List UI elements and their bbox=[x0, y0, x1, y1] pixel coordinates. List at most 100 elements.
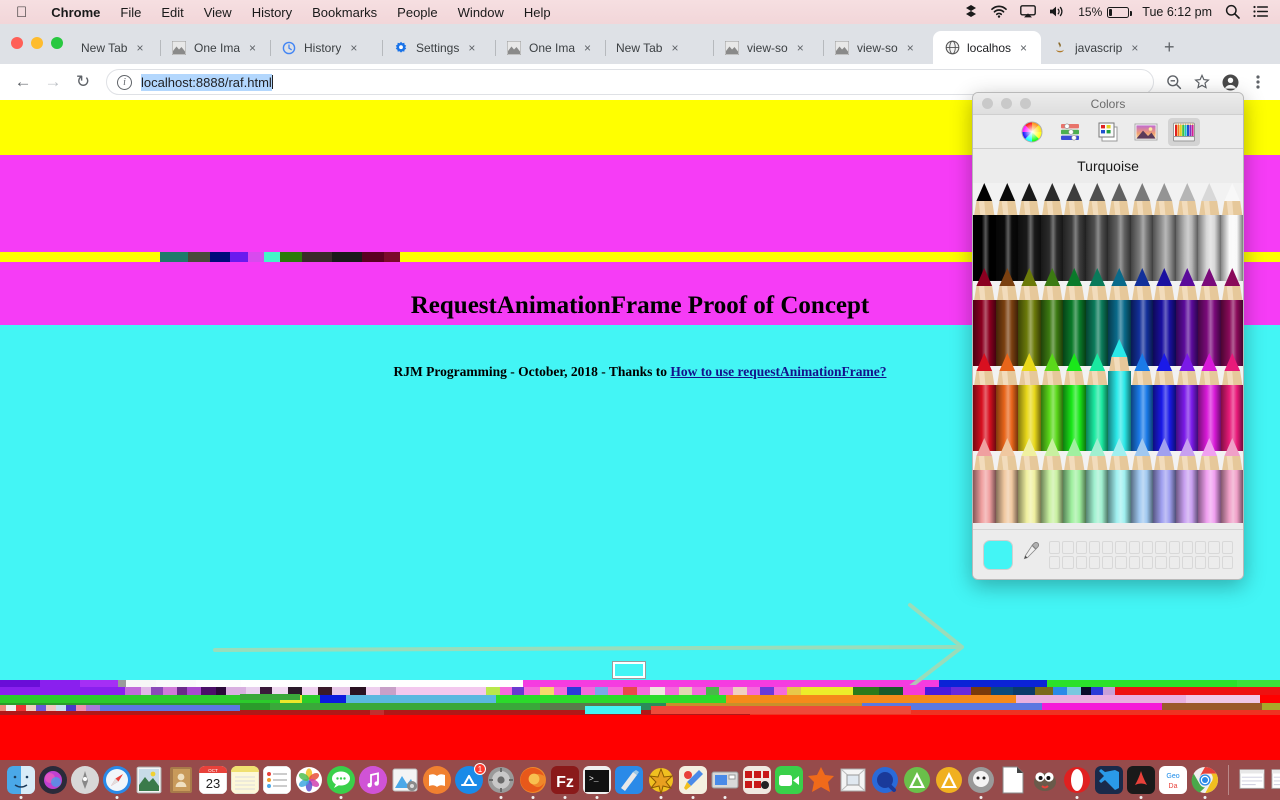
tab-view-source-1[interactable]: view-so × bbox=[713, 31, 823, 64]
color-swatch-slot[interactable] bbox=[1155, 540, 1167, 554]
notification-center-icon[interactable] bbox=[1253, 5, 1268, 20]
color-swatch-slot[interactable] bbox=[1102, 555, 1114, 569]
color-sliders-tool-icon[interactable] bbox=[1054, 118, 1086, 146]
forward-button[interactable]: → bbox=[38, 67, 68, 97]
dock-item-paintbrush[interactable] bbox=[678, 765, 708, 795]
color-swatch-slot[interactable] bbox=[1049, 555, 1061, 569]
color-swatch-slot[interactable] bbox=[1181, 540, 1194, 554]
pencil[interactable] bbox=[1018, 183, 1041, 281]
pencil[interactable] bbox=[1130, 268, 1153, 366]
dock-item-wolfram[interactable] bbox=[646, 765, 676, 795]
pencil[interactable] bbox=[995, 353, 1018, 451]
menu-bar-clock[interactable]: Tue 6:12 pm bbox=[1142, 5, 1212, 19]
eyedropper-icon[interactable] bbox=[1021, 541, 1041, 568]
dock-item-image-capture[interactable] bbox=[838, 765, 868, 795]
tab-close-icon[interactable]: × bbox=[1131, 42, 1138, 54]
tab-one-image-2[interactable]: One Ima × bbox=[495, 31, 605, 64]
dock-item-app-store[interactable]: 1 bbox=[454, 763, 486, 795]
tab-history[interactable]: History × bbox=[270, 31, 382, 64]
pencil[interactable] bbox=[1040, 438, 1063, 523]
dock-item-safari[interactable] bbox=[102, 765, 132, 795]
pencil[interactable] bbox=[1085, 183, 1108, 281]
pencil[interactable] bbox=[1220, 183, 1243, 281]
pencil[interactable] bbox=[1220, 353, 1243, 451]
dock-item-contacts[interactable] bbox=[166, 765, 196, 795]
minimized-window-chrome[interactable] bbox=[1269, 765, 1280, 795]
color-swatch-slot[interactable] bbox=[1062, 555, 1074, 569]
tab-javascript[interactable]: javascrip × bbox=[1041, 31, 1149, 64]
dock-item-vscode[interactable] bbox=[1094, 765, 1124, 795]
dock-item-xcode[interactable] bbox=[614, 765, 644, 795]
menu-item-chrome[interactable]: Chrome bbox=[41, 5, 110, 20]
pencil[interactable] bbox=[1063, 183, 1086, 281]
image-palettes-tool-icon[interactable] bbox=[1130, 118, 1162, 146]
dock-item-terminal[interactable]: >_ bbox=[582, 765, 612, 795]
dock-item-opera[interactable] bbox=[1062, 765, 1092, 795]
pencil[interactable] bbox=[1040, 268, 1063, 366]
pencil[interactable] bbox=[1085, 438, 1108, 523]
dock-item-launchpad[interactable] bbox=[70, 765, 100, 795]
pencil[interactable] bbox=[995, 268, 1018, 366]
color-text-input[interactable] bbox=[612, 661, 646, 679]
pencil[interactable] bbox=[1153, 353, 1176, 451]
color-swatch-slot[interactable] bbox=[1102, 540, 1114, 554]
pencil[interactable] bbox=[995, 183, 1018, 281]
minimized-window-firefox[interactable] bbox=[1237, 765, 1267, 795]
dock-item-red-app[interactable] bbox=[742, 765, 772, 795]
color-swatch-slot[interactable] bbox=[1181, 555, 1194, 569]
dock-item-chrome[interactable] bbox=[1190, 765, 1220, 795]
pencils-tool-icon[interactable] bbox=[1168, 117, 1200, 146]
color-swatch-slot[interactable] bbox=[1195, 555, 1207, 569]
colors-panel-zoom-button[interactable] bbox=[1020, 98, 1031, 109]
color-swatch-slot[interactable] bbox=[1141, 540, 1154, 554]
pencil[interactable] bbox=[1175, 183, 1198, 281]
pencil[interactable] bbox=[973, 438, 996, 523]
color-wheel-tool-icon[interactable] bbox=[1016, 118, 1048, 146]
dock-item-preview[interactable] bbox=[134, 765, 164, 795]
pencil[interactable] bbox=[1153, 183, 1176, 281]
dock-item-libreoffice[interactable] bbox=[998, 765, 1028, 795]
color-swatch-slot[interactable] bbox=[1128, 540, 1140, 554]
chrome-menu-icon[interactable] bbox=[1244, 67, 1272, 97]
pencil[interactable] bbox=[973, 353, 996, 451]
pencil[interactable] bbox=[1018, 438, 1041, 523]
battery-indicator[interactable]: 15% bbox=[1078, 5, 1133, 19]
pencil[interactable] bbox=[1108, 183, 1131, 281]
menu-item-file[interactable]: File bbox=[110, 5, 151, 20]
tab-one-image-1[interactable]: One Ima × bbox=[160, 31, 270, 64]
tab-view-source-2[interactable]: view-so × bbox=[823, 31, 933, 64]
tab-new-tab-1[interactable]: New Tab × bbox=[70, 31, 160, 64]
color-swatch-slot[interactable] bbox=[1075, 540, 1087, 554]
dock-item-android-studio[interactable] bbox=[902, 765, 932, 795]
menu-item-help[interactable]: Help bbox=[514, 5, 561, 20]
pencil[interactable] bbox=[1063, 353, 1086, 451]
minimize-window-button[interactable] bbox=[31, 37, 43, 49]
pencil[interactable] bbox=[1085, 353, 1108, 451]
pencil[interactable] bbox=[973, 183, 996, 281]
color-swatch-slot[interactable] bbox=[1128, 555, 1140, 569]
dock-item-siri[interactable] bbox=[38, 765, 68, 795]
color-swatch-slot[interactable] bbox=[1221, 555, 1233, 569]
new-tab-button[interactable]: + bbox=[1158, 36, 1181, 58]
pencil[interactable] bbox=[973, 268, 996, 366]
pencil[interactable] bbox=[1153, 438, 1176, 523]
dock-item-reminders[interactable] bbox=[262, 765, 292, 795]
color-swatch-slot[interactable] bbox=[1195, 540, 1207, 554]
color-swatch-slot[interactable] bbox=[1208, 555, 1220, 569]
color-swatch-slot[interactable] bbox=[1075, 555, 1087, 569]
dropbox-icon[interactable] bbox=[964, 4, 978, 20]
dock-item-gimp[interactable] bbox=[1030, 765, 1060, 795]
pencil[interactable] bbox=[1063, 438, 1086, 523]
pencil[interactable] bbox=[1175, 438, 1198, 523]
dock-item-finder[interactable] bbox=[6, 765, 36, 795]
pencil[interactable] bbox=[1198, 268, 1221, 366]
dock-item-calendar[interactable]: OCT 23 bbox=[198, 765, 228, 795]
tab-settings[interactable]: Settings × bbox=[382, 31, 495, 64]
pencil[interactable] bbox=[1175, 268, 1198, 366]
site-info-icon[interactable]: i bbox=[117, 74, 132, 90]
dock-item-messages[interactable] bbox=[326, 765, 356, 795]
color-swatch-slot[interactable] bbox=[1115, 540, 1127, 554]
dock-item-photos[interactable] bbox=[294, 765, 324, 795]
dock-item-acrobat[interactable] bbox=[1126, 765, 1156, 795]
tab-close-icon[interactable]: × bbox=[136, 42, 143, 54]
